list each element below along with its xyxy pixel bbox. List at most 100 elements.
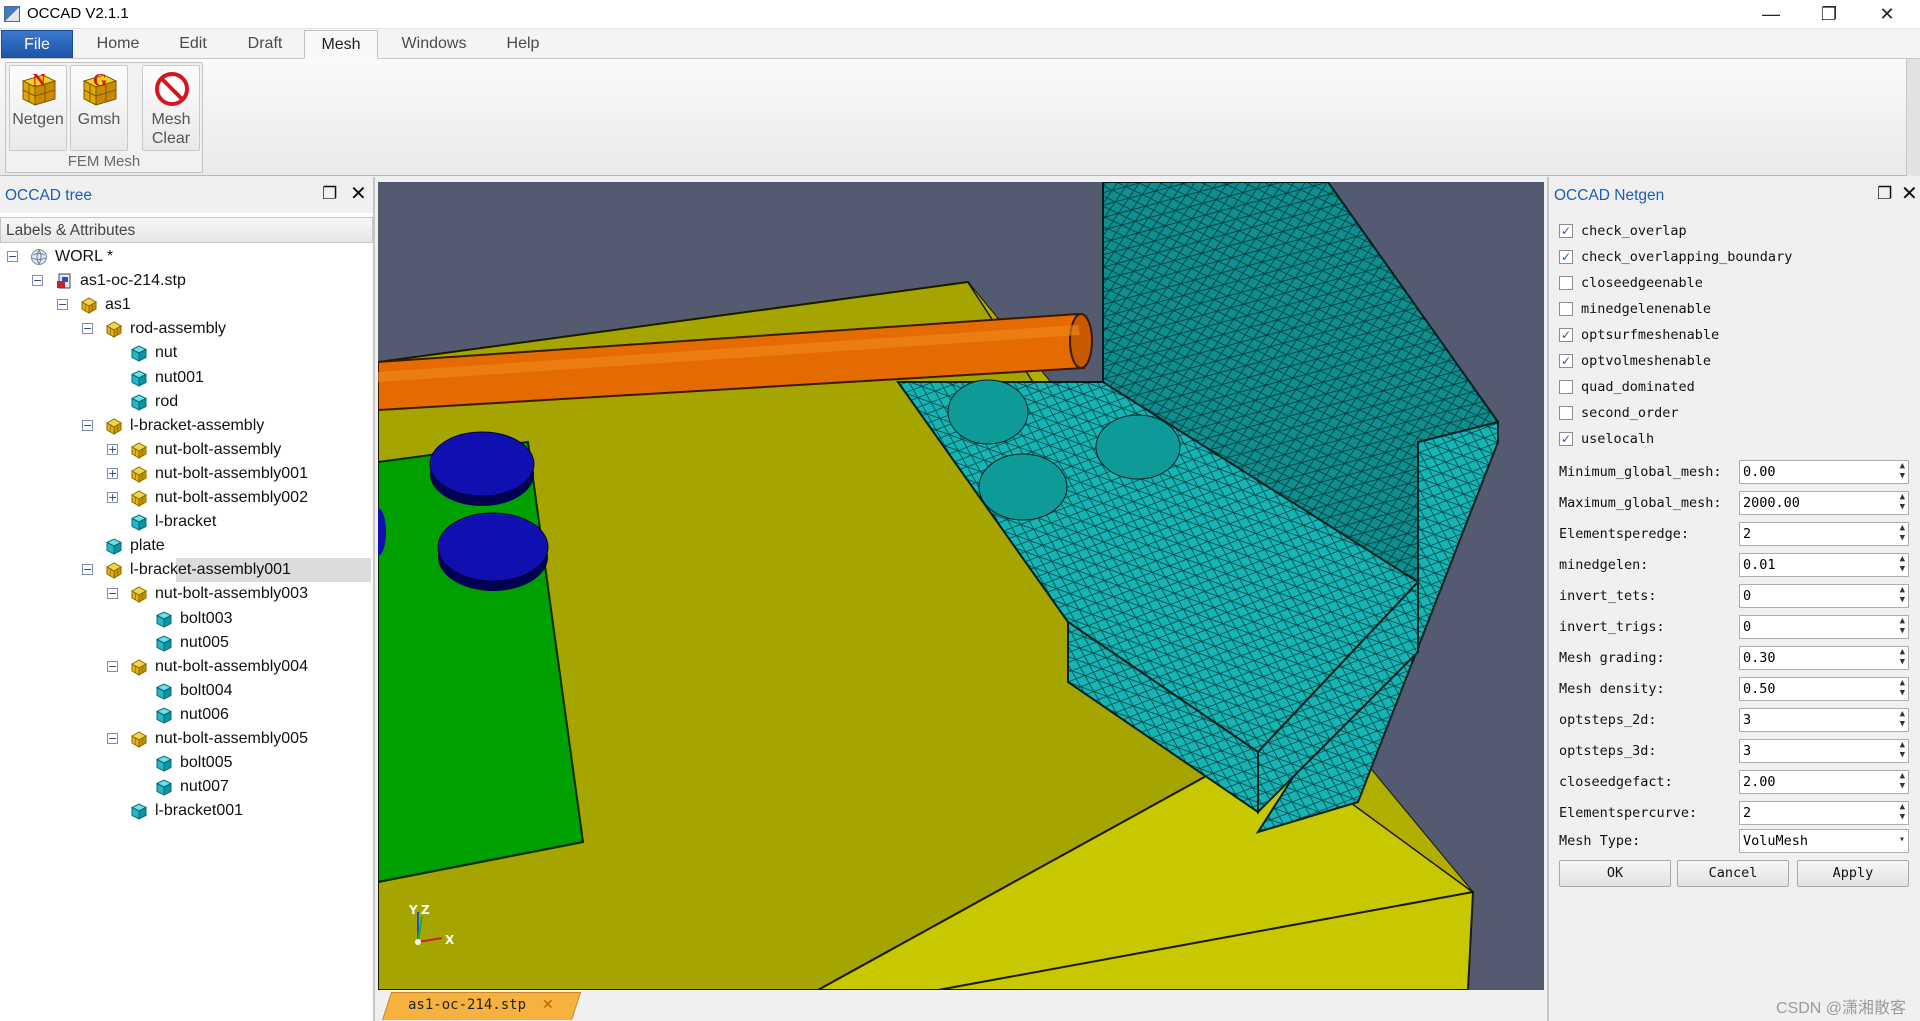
tree-item[interactable]: rod [0,390,371,414]
tree-item[interactable]: nut [0,341,371,365]
collapse-icon[interactable]: − [82,323,93,335]
document-tab-close-icon[interactable]: ✕ [542,996,554,1013]
tab-file[interactable]: File [1,30,73,58]
part-icon [130,394,148,411]
checkbox[interactable] [1559,276,1573,290]
checkbox[interactable]: ✓ [1559,224,1573,238]
apply-button[interactable]: Apply [1797,860,1909,887]
collapse-icon[interactable]: − [107,660,118,672]
tree-item[interactable]: − rod-assembly [0,317,371,341]
tab-windows[interactable]: Windows [384,30,484,58]
checkbox[interactable] [1559,406,1573,420]
tree-item[interactable]: nut001 [0,366,371,390]
gmsh-button[interactable]: G Gmsh [70,65,128,151]
tab-edit[interactable]: Edit [158,30,228,58]
tree-item[interactable]: + nut-bolt-assembly001 [0,462,371,486]
param-spinbox[interactable]: 0 ▲ ▼ [1739,584,1909,608]
checkbox[interactable]: ✓ [1559,432,1573,446]
param-spinbox[interactable]: 0.00 ▲ ▼ [1739,460,1909,484]
param-spinbox[interactable]: 0.30 ▲ ▼ [1739,646,1909,670]
spin-arrows-icon[interactable]: ▲ ▼ [1900,554,1905,574]
ok-button[interactable]: OK [1559,860,1671,887]
checkbox[interactable] [1559,380,1573,394]
tab-help[interactable]: Help [488,30,558,58]
tree-item[interactable]: − WORL * [0,245,371,269]
gmsh-icon: G [82,70,118,106]
mesh-clear-button[interactable]: Mesh Clear [142,65,200,151]
netgen-dock-title: OCCAD Netgen [1554,187,1665,204]
collapse-icon[interactable]: − [107,733,118,744]
spin-arrows-icon[interactable]: ▲ ▼ [1900,740,1905,760]
param-spinbox[interactable]: 2 ▲ ▼ [1739,801,1909,825]
tab-draft[interactable]: Draft [230,30,300,58]
ribbon-scrollbar[interactable] [1906,59,1920,176]
tree-item[interactable]: bolt005 [0,751,371,775]
tree-item[interactable]: nut007 [0,775,371,799]
netgen-button[interactable]: N Netgen [9,65,67,151]
3d-viewport[interactable]: Y Z X [378,182,1544,990]
tab-mesh[interactable]: Mesh [304,30,378,59]
spin-arrows-icon[interactable]: ▲ ▼ [1900,461,1905,481]
spin-arrows-icon[interactable]: ▲ ▼ [1900,771,1905,791]
tree-item[interactable]: nut005 [0,631,371,655]
tab-home[interactable]: Home [80,30,156,58]
tree-column-header[interactable]: Labels & Attributes [0,217,373,243]
checkbox[interactable]: ✓ [1559,250,1573,264]
tree-item[interactable]: plate [0,534,371,558]
spin-arrows-icon[interactable]: ▲ ▼ [1900,709,1905,729]
close-dock-icon[interactable]: ✕ [1901,184,1918,204]
tree-item[interactable]: − as1 [0,293,371,317]
param-spinbox[interactable]: 0.01 ▲ ▼ [1739,553,1909,577]
mesh-type-select[interactable]: VoluMesh ▾ [1739,829,1909,853]
expand-icon[interactable]: + [107,443,118,455]
spin-arrows-icon[interactable]: ▲ ▼ [1900,492,1905,512]
tree-item[interactable]: + nut-bolt-assembly [0,438,371,462]
tree-item[interactable]: + nut-bolt-assembly002 [0,486,371,510]
collapse-icon[interactable]: − [107,588,118,600]
param-spinbox[interactable]: 3 ▲ ▼ [1739,708,1909,732]
param-spinbox[interactable]: 2.00 ▲ ▼ [1739,770,1909,794]
collapse-icon[interactable]: − [57,299,68,311]
tree-item[interactable]: − nut-bolt-assembly004 [0,655,371,679]
maximize-button[interactable]: ❐ [1800,0,1858,29]
spin-arrows-icon[interactable]: ▲ ▼ [1900,523,1905,543]
cancel-button[interactable]: Cancel [1677,860,1789,887]
param-value: 0 [1743,588,1752,604]
checkbox[interactable] [1559,302,1573,316]
float-icon[interactable]: ❐ [322,185,337,203]
spin-arrows-icon[interactable]: ▲ ▼ [1900,585,1905,605]
tree-item[interactable]: − l-bracket-assembly001 [82,558,371,583]
expand-icon[interactable]: + [107,492,118,503]
tree-item[interactable]: − as1-oc-214.stp [0,269,371,293]
model-scene[interactable]: Y Z X [378,182,1544,990]
param-spinbox[interactable]: 0.50 ▲ ▼ [1739,677,1909,701]
collapse-icon[interactable]: − [82,564,93,576]
param-spinbox[interactable]: 3 ▲ ▼ [1739,739,1909,763]
tree-item[interactable]: l-bracket001 [0,799,371,823]
collapse-icon[interactable]: − [32,275,43,287]
param-spinbox[interactable]: 0 ▲ ▼ [1739,615,1909,639]
spin-arrows-icon[interactable]: ▲ ▼ [1900,678,1905,698]
tree-item[interactable]: nut006 [0,703,371,727]
expand-icon[interactable]: + [107,467,118,479]
document-tab-label[interactable]: as1-oc-214.stp [408,997,526,1013]
param-spinbox[interactable]: 2000.00 ▲ ▼ [1739,491,1909,515]
collapse-icon[interactable]: − [82,419,93,431]
minimize-button[interactable]: — [1742,0,1800,29]
tree-item[interactable]: − nut-bolt-assembly005 [0,727,371,751]
param-spinbox[interactable]: 2 ▲ ▼ [1739,522,1909,546]
tree-item[interactable]: − l-bracket-assembly [0,414,371,438]
tree-item[interactable]: bolt003 [0,607,371,631]
tree-item[interactable]: − nut-bolt-assembly003 [0,582,371,606]
close-button[interactable]: ✕ [1858,0,1916,29]
checkbox[interactable]: ✓ [1559,354,1573,368]
checkbox[interactable]: ✓ [1559,328,1573,342]
spin-arrows-icon[interactable]: ▲ ▼ [1900,616,1905,636]
collapse-icon[interactable]: − [7,251,18,262]
float-icon[interactable]: ❐ [1877,185,1892,203]
spin-arrows-icon[interactable]: ▲ ▼ [1900,647,1905,667]
tree-item[interactable]: l-bracket [0,510,371,534]
close-dock-icon[interactable]: ✕ [350,184,367,204]
tree-item[interactable]: bolt004 [0,679,371,703]
spin-arrows-icon[interactable]: ▲ ▼ [1900,802,1905,822]
